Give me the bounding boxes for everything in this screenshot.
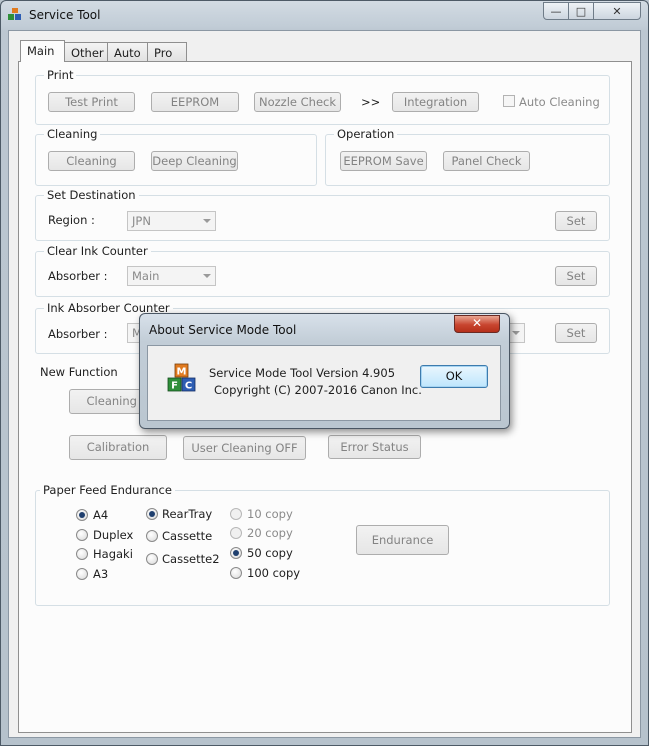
absorber-label-2: Absorber :: [48, 327, 108, 341]
radio-a3[interactable]: [76, 568, 88, 580]
about-dialog-title: About Service Mode Tool: [149, 323, 297, 337]
radio-50-copy-label: 50 copy: [247, 546, 293, 560]
clear-ink-counter-group: Clear Ink Counter Absorber : Main Set: [35, 244, 610, 297]
absorber-value: Main: [132, 269, 160, 283]
eeprom-button[interactable]: EEPROM: [151, 92, 239, 112]
radio-10-copy[interactable]: [230, 508, 242, 520]
tab-main[interactable]: Main: [20, 40, 65, 62]
cleaning-button[interactable]: Cleaning: [48, 151, 135, 171]
radio-reartray-label: RearTray: [162, 507, 213, 521]
eeprom-save-button[interactable]: EEPROM Save: [340, 151, 427, 171]
mfc-logo-icon: M F C: [167, 363, 196, 392]
radio-50-copy[interactable]: [230, 547, 242, 559]
operation-group: Operation EEPROM Save Panel Check: [325, 127, 610, 186]
ink-absorber-set-button[interactable]: Set: [555, 323, 597, 343]
radio-hagaki-label: Hagaki: [93, 547, 133, 561]
radio-cassette-label: Cassette: [162, 529, 213, 543]
region-label: Region :: [48, 213, 95, 227]
radio-a4-label: A4: [93, 508, 109, 522]
ok-button[interactable]: OK: [420, 365, 488, 388]
radio-reartray[interactable]: [146, 508, 158, 520]
chevron-down-icon: [512, 331, 520, 335]
radio-100-copy[interactable]: [230, 567, 242, 579]
auto-cleaning-checkbox[interactable]: [503, 95, 515, 107]
radio-hagaki[interactable]: [76, 548, 88, 560]
tab-auto[interactable]: Auto: [107, 42, 148, 61]
tab-other[interactable]: Other: [64, 42, 108, 61]
set-destination-set-button[interactable]: Set: [555, 211, 597, 231]
clear-ink-counter-label: Clear Ink Counter: [44, 244, 151, 258]
radio-10-copy-label: 10 copy: [247, 507, 293, 521]
logo-letter-f: F: [171, 381, 178, 392]
logo-letter-m: M: [177, 367, 187, 378]
about-version-text: Service Mode Tool Version 4.905: [209, 366, 396, 380]
new-function-label: New Function: [40, 365, 118, 379]
operation-group-label: Operation: [334, 127, 398, 141]
auto-cleaning-label: Auto Cleaning: [519, 95, 600, 109]
print-group: Print Test Print EEPROM Nozzle Check >> …: [35, 68, 610, 125]
about-dialog-close-button[interactable]: ✕: [454, 315, 500, 333]
tab-pro[interactable]: Pro: [147, 42, 187, 61]
region-value: JPN: [132, 214, 151, 228]
user-cleaning-off-button[interactable]: User Cleaning OFF: [183, 436, 306, 460]
calibration-button[interactable]: Calibration: [69, 435, 167, 460]
integration-button[interactable]: Integration: [392, 92, 479, 112]
paper-feed-endurance-group: Paper Feed Endurance A4 Duplex Hagaki A3…: [35, 483, 610, 606]
absorber-select[interactable]: Main: [127, 266, 216, 286]
chevron-down-icon: [203, 274, 211, 278]
about-dialog: About Service Mode Tool ✕ M F C Service …: [139, 313, 510, 429]
nozzle-check-button[interactable]: Nozzle Check: [254, 92, 341, 112]
absorber-label: Absorber :: [48, 269, 108, 283]
window-title: Service Tool: [29, 8, 101, 22]
radio-20-copy-label: 20 copy: [247, 526, 293, 540]
endurance-button[interactable]: Endurance: [356, 525, 449, 555]
test-print-button[interactable]: Test Print: [48, 92, 135, 112]
chevron-down-icon: [203, 219, 211, 223]
radio-cassette2-label: Cassette2: [162, 552, 220, 566]
app-icon: [8, 8, 21, 20]
radio-cassette2[interactable]: [146, 553, 158, 565]
radio-duplex-label: Duplex: [93, 528, 134, 542]
maximize-button[interactable]: □: [568, 2, 594, 20]
error-status-button[interactable]: Error Status: [328, 435, 421, 459]
about-dialog-body: M F C Service Mode Tool Version 4.905 Co…: [147, 345, 501, 421]
radio-a4[interactable]: [76, 509, 88, 521]
region-select[interactable]: JPN: [127, 211, 216, 231]
about-copyright-text: Copyright (C) 2007-2016 Canon Inc.: [214, 383, 422, 397]
cleaning-group: Cleaning Cleaning Deep Cleaning: [35, 127, 317, 186]
radio-cassette[interactable]: [146, 530, 158, 542]
radio-100-copy-label: 100 copy: [247, 566, 301, 580]
cleaning-group-label: Cleaning: [44, 127, 101, 141]
print-group-label: Print: [44, 68, 77, 82]
title-bar[interactable]: Service Tool — □ ✕: [1, 1, 648, 29]
minimize-button[interactable]: —: [543, 2, 569, 20]
radio-20-copy[interactable]: [230, 527, 242, 539]
set-destination-label: Set Destination: [44, 188, 139, 202]
arrow-label: >>: [361, 95, 381, 109]
radio-duplex[interactable]: [76, 529, 88, 541]
set-destination-group: Set Destination Region : JPN Set: [35, 188, 610, 241]
logo-letter-c: C: [185, 381, 192, 392]
close-button[interactable]: ✕: [593, 2, 641, 20]
panel-check-button[interactable]: Panel Check: [443, 151, 530, 171]
clear-ink-set-button[interactable]: Set: [555, 266, 597, 286]
paper-feed-endurance-label: Paper Feed Endurance: [40, 483, 175, 497]
deep-cleaning-button[interactable]: Deep Cleaning: [151, 151, 238, 171]
radio-a3-label: A3: [93, 567, 109, 581]
